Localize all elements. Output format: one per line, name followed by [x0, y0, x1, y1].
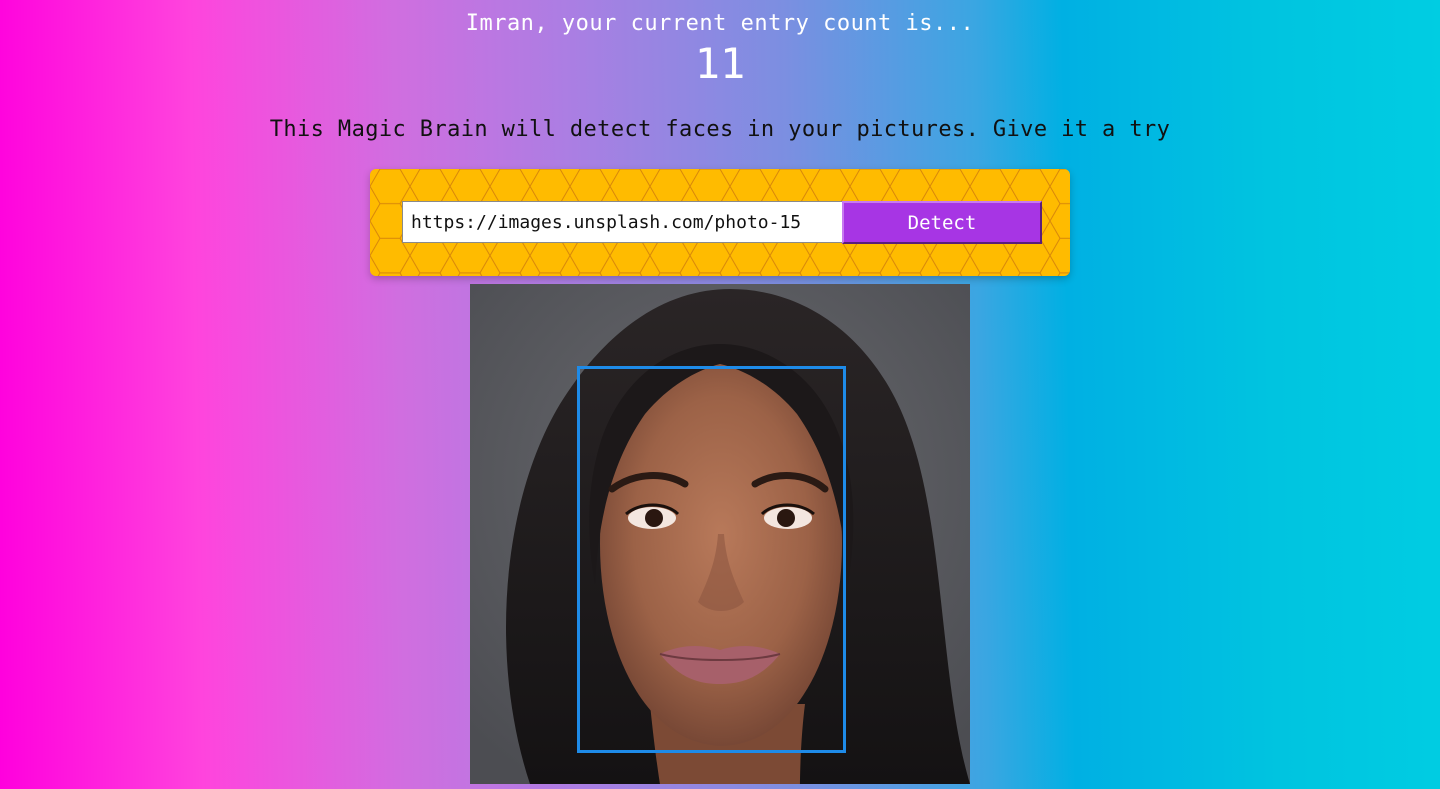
- input-photo: [470, 284, 970, 784]
- tagline: This Magic Brain will detect faces in yo…: [269, 117, 1171, 142]
- face-bounding-box: [577, 366, 846, 753]
- entry-count-greeting: Imran, your current entry count is...: [465, 11, 975, 36]
- image-url-input[interactable]: [402, 201, 843, 243]
- detect-button[interactable]: Detect: [842, 201, 1042, 244]
- image-link-form: Detect: [370, 169, 1070, 276]
- entry-count-value: 11: [694, 39, 746, 88]
